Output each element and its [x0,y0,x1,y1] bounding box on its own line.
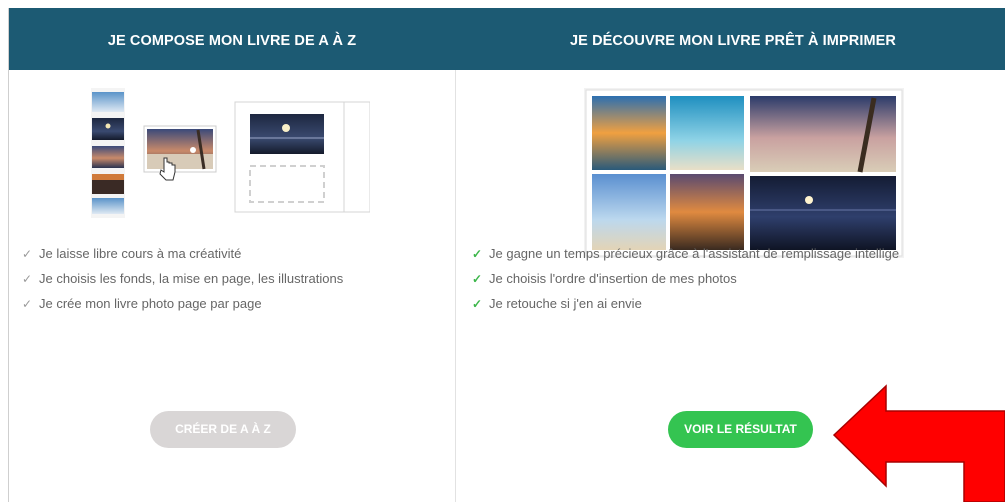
left-feature-list: ✓ Je laisse libre cours à ma créativité ✓… [22,241,343,316]
column-divider [455,70,456,502]
ready-book-collage-illustration [584,88,904,258]
create-from-scratch-button[interactable]: CRÉER DE A À Z [150,411,296,448]
list-item: ✓ Je laisse libre cours à ma créativité [22,241,343,266]
list-item: ✓ Je retouche si j'en ai envie [472,291,899,316]
check-icon: ✓ [22,272,33,286]
check-icon: ✓ [472,272,483,286]
list-item: ✓ Je choisis les fonds, la mise en page, … [22,266,343,291]
manual-layout-illustration [91,88,370,218]
right-column-title: JE DÉCOUVRE MON LIVRE PRÊT À IMPRIMER [570,33,896,49]
check-icon: ✓ [472,247,483,261]
left-column-title: JE COMPOSE MON LIVRE DE A À Z [107,33,357,49]
right-feature-list: ✓ Je gagne un temps précieux grâce à l'as… [472,246,899,339]
background-page-strip [0,0,1005,8]
red-arrow-annotation [832,384,1005,502]
dragged-photo [143,125,217,173]
page-layout-preview [234,101,370,213]
thumbnail-strip [91,88,125,218]
list-item: ✓ Je choisis l'ordre d'insertion de mes p… [472,266,899,291]
list-item: ✓ Je crée mon livre photo page par page [22,291,343,316]
check-icon: ✓ [22,297,33,311]
check-icon: ✓ [22,247,33,261]
list-item: ✓ Je gagne un temps précieux grâce à l'as… [472,241,899,266]
view-result-button[interactable]: VOIR LE RÉSULTAT [668,411,813,448]
modal-header: JE COMPOSE MON LIVRE DE A À Z JE DÉCOUVR… [9,8,1005,70]
check-icon: ✓ [472,297,483,311]
